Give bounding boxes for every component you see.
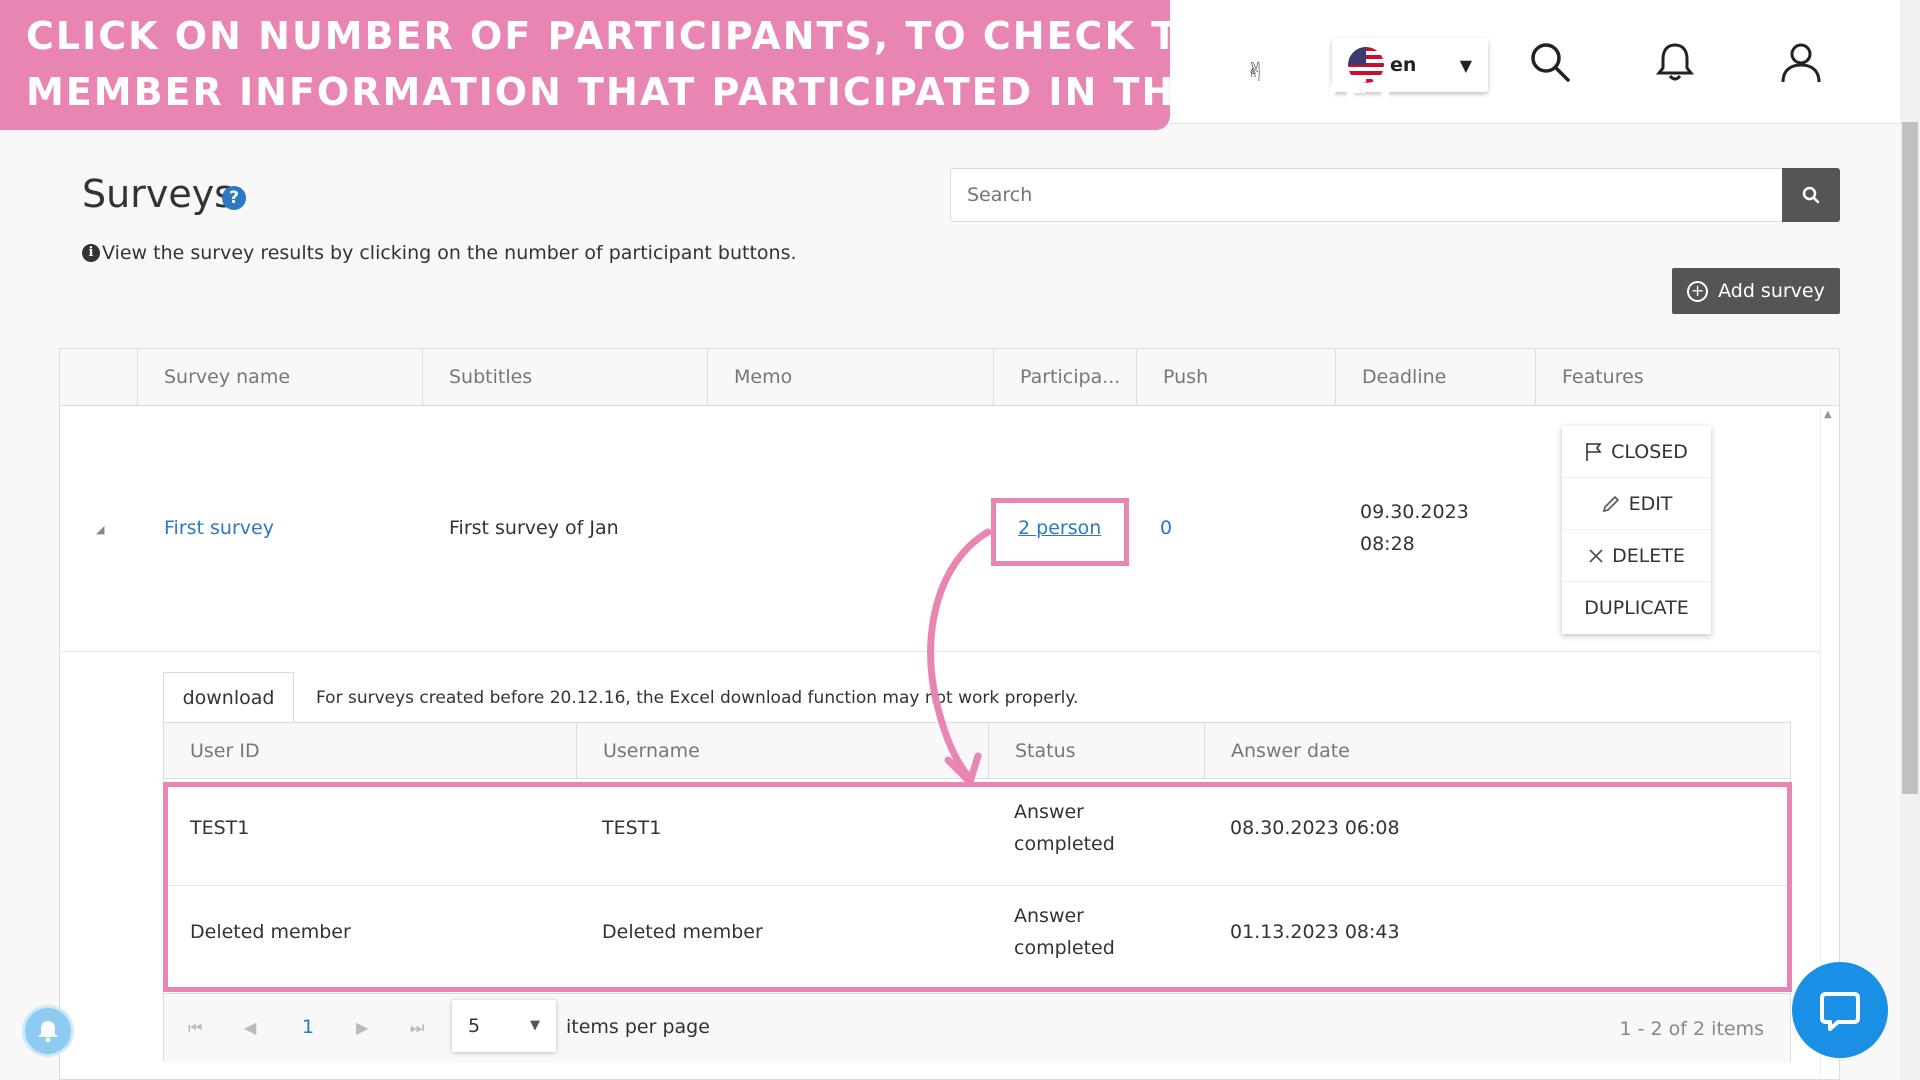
pager-info: 1 - 2 of 2 items	[1619, 1018, 1764, 1040]
chat-icon[interactable]	[1792, 962, 1888, 1058]
last-page-icon[interactable]: ⏭	[410, 1018, 424, 1038]
header-features: Features	[1535, 349, 1820, 406]
page-number[interactable]: 1	[302, 1016, 314, 1038]
info-message: View the survey results by clicking on t…	[102, 242, 797, 264]
add-survey-label: Add survey	[1718, 280, 1825, 302]
banner-line-2: MEMBER INFORMATION THAT PARTICIPATED IN …	[26, 70, 1401, 114]
search-input[interactable]	[950, 168, 1783, 222]
notification-bell-icon[interactable]	[22, 1005, 74, 1057]
items-per-page-label: items per page	[566, 1016, 710, 1038]
help-icon[interactable]: ?	[222, 186, 246, 210]
closed-label: CLOSED	[1611, 440, 1688, 463]
info-text: i View the survey results by clicking on…	[82, 242, 797, 264]
table-header: Survey name Subtitles Memo Participa... …	[60, 349, 1839, 406]
header-survey-name[interactable]: Survey name	[137, 349, 422, 406]
user-icon[interactable]	[1779, 40, 1823, 84]
collapse-row-icon[interactable]: ◢	[96, 523, 104, 536]
edit-button[interactable]: EDIT	[1562, 478, 1711, 530]
header-participants[interactable]: Participa...	[993, 349, 1136, 406]
header-deadline[interactable]: Deadline	[1335, 349, 1535, 406]
duplicate-label: DUPLICATE	[1584, 597, 1689, 619]
prev-page-icon[interactable]: ◀	[244, 1018, 256, 1037]
deadline-time: 08:28	[1360, 533, 1415, 555]
search-icon	[1802, 186, 1820, 204]
search-icon[interactable]	[1528, 40, 1572, 84]
next-page-icon[interactable]: ▶	[356, 1018, 368, 1037]
per-page-select[interactable]: 5 ▼	[452, 1000, 556, 1052]
header-answer-date[interactable]: Answer date	[1204, 723, 1792, 779]
delete-label: DELETE	[1612, 544, 1685, 567]
first-page-icon[interactable]: ⏮	[188, 1018, 202, 1038]
scroll-up-icon[interactable]: ▲	[1824, 409, 1832, 420]
flag-icon	[1586, 442, 1602, 461]
rows-highlight	[163, 782, 1792, 992]
closed-button[interactable]: CLOSED	[1562, 426, 1711, 478]
plus-circle-icon: +	[1687, 280, 1709, 302]
caret-down-icon: ▼	[530, 1018, 540, 1033]
header-status[interactable]: Status	[988, 723, 1204, 779]
duplicate-button[interactable]: DUPLICATE	[1562, 582, 1711, 634]
page-title: Surveys	[82, 172, 234, 216]
tutorial-arrow-icon	[927, 528, 992, 786]
per-page-value: 5	[468, 1015, 481, 1037]
bell-icon[interactable]	[1653, 40, 1697, 84]
delete-button[interactable]: DELETE	[1562, 530, 1711, 582]
survey-name-link[interactable]: First survey	[164, 517, 274, 539]
banner-line-1: CLICK ON NUMBER OF PARTICIPANTS, TO CHEC…	[26, 14, 1241, 58]
push-count[interactable]: 0	[1160, 517, 1172, 539]
close-icon	[1589, 548, 1603, 563]
header-push[interactable]: Push	[1136, 349, 1335, 406]
pager: ⏮ ◀ 1 ▶ ⏭ 5 ▼ items per page 1 - 2 of 2 …	[164, 993, 1790, 1063]
header-memo[interactable]: Memo	[707, 349, 993, 406]
search-button[interactable]	[1782, 168, 1840, 222]
info-icon: i	[82, 244, 100, 262]
survey-subtitle: First survey of Jan	[449, 517, 619, 539]
header-subtitles[interactable]: Subtitles	[422, 349, 707, 406]
deadline-date: 09.30.2023	[1360, 501, 1469, 523]
features-menu: CLOSED EDIT DELETE DUPLICATE	[1562, 426, 1711, 634]
download-tab[interactable]: download	[163, 672, 294, 722]
header-expand	[60, 349, 137, 406]
pencil-icon	[1602, 495, 1619, 512]
caret-down-icon: ▼	[1459, 55, 1472, 75]
header-user-id[interactable]: User ID	[164, 723, 576, 779]
edit-label: EDIT	[1628, 492, 1673, 515]
tutorial-banner: CLICK ON NUMBER OF PARTICIPANTS, TO CHEC…	[0, 0, 1401, 130]
page-scrollbar-thumb[interactable]	[1902, 122, 1918, 794]
add-survey-button[interactable]: + Add survey	[1672, 268, 1840, 314]
